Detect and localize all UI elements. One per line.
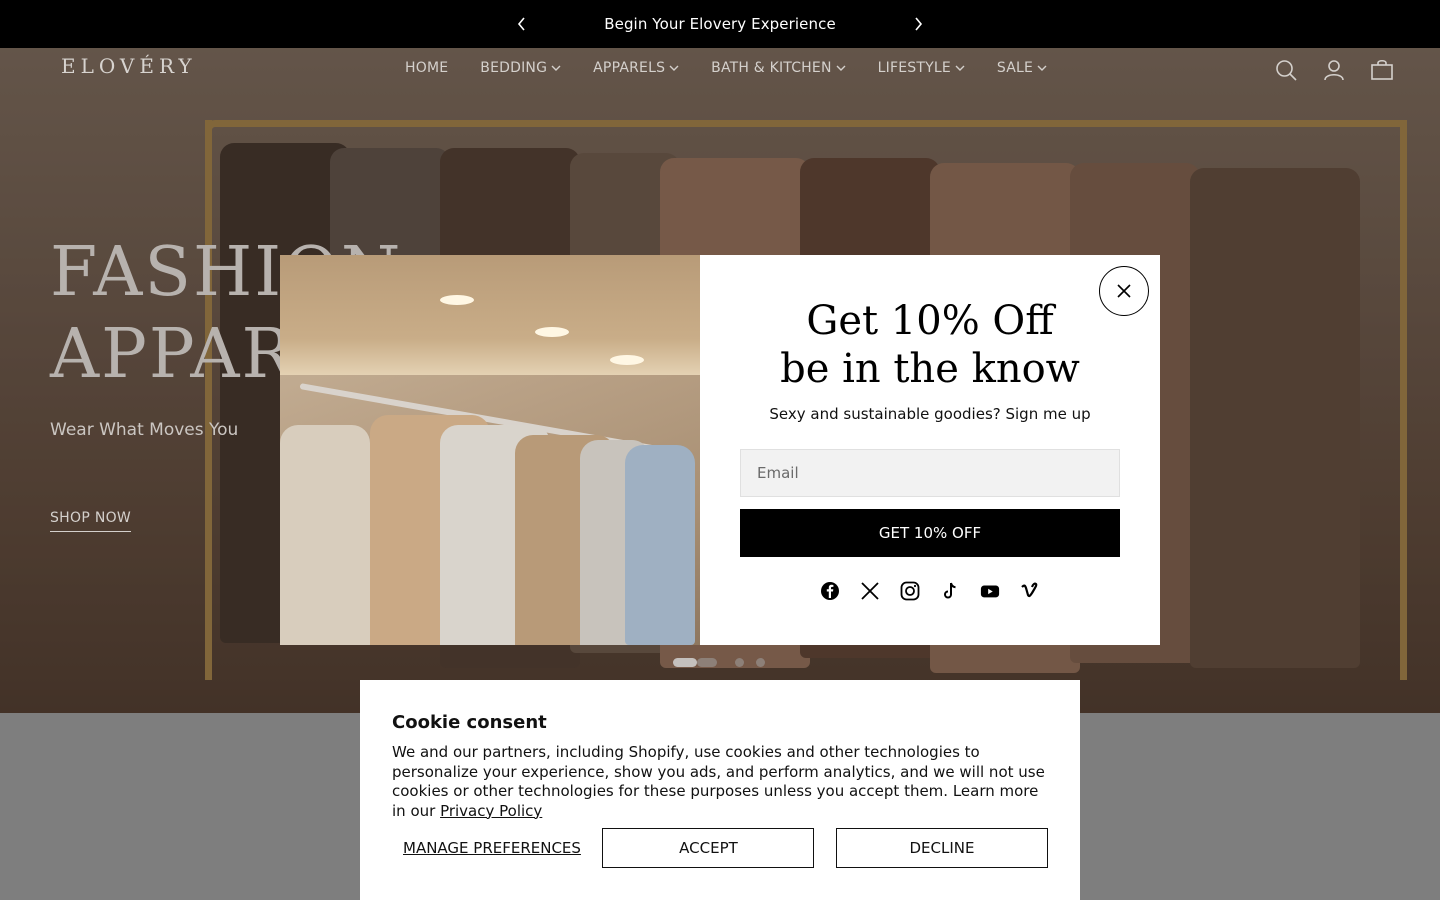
nav-item-lifestyle[interactable]: LIFESTYLE [878,60,965,76]
nav-item-bedding[interactable]: BEDDING [480,60,561,76]
popup-title: Get 10% Off be in the know [780,297,1080,393]
cookie-consent-banner: Cookie consent We and our partners, incl… [360,680,1080,900]
header-icons [1274,58,1394,82]
hero-subtitle: Wear What Moves You [50,420,239,440]
nav-label: APPARELS [593,60,666,76]
popup-image [280,255,700,645]
cart-icon[interactable] [1370,58,1394,82]
hanging-coat [280,425,370,645]
chevron-down-icon [955,65,965,71]
facebook-icon[interactable] [820,581,840,601]
cookie-actions: MANAGE PREFERENCES ACCEPT DECLINE [392,828,1048,868]
slide-dot[interactable] [756,658,765,667]
chevron-down-icon [669,65,679,71]
nav-label: HOME [405,60,449,76]
chevron-right-icon[interactable] [908,14,928,34]
decline-button[interactable]: DECLINE [836,828,1048,868]
site-header: ELOVÉRY HOME BEDDING APPARELS BATH & KIT… [0,48,1440,93]
social-links [820,581,1040,601]
chevron-down-icon [1037,65,1047,71]
nav-label: LIFESTYLE [877,60,951,76]
popup-title-line1: Get 10% Off [806,298,1054,344]
nav-label: SALE [996,60,1034,76]
chevron-left-icon[interactable] [512,14,532,34]
slide-dot-active[interactable] [673,658,697,667]
ceiling-light [535,327,569,337]
close-button[interactable] [1099,266,1149,316]
announcement-message[interactable]: Begin Your Elovery Experience [604,15,836,33]
newsletter-popup: Get 10% Off be in the know Sexy and sust… [280,255,1160,645]
nav-item-sale[interactable]: SALE [997,60,1047,76]
vimeo-icon[interactable] [1020,581,1040,601]
youtube-icon[interactable] [980,581,1000,601]
chevron-down-icon [836,65,846,71]
privacy-policy-link[interactable]: Privacy Policy [440,802,542,820]
nav-item-apparels[interactable]: APPARELS [593,60,679,76]
ceiling-light [610,355,644,365]
nav-label: BEDDING [480,60,548,76]
nav-item-bath-kitchen[interactable]: BATH & KITCHEN [711,60,846,76]
nav-label: BATH & KITCHEN [711,60,832,76]
shop-now-link[interactable]: SHOP NOW [50,510,132,532]
cookie-title: Cookie consent [392,712,547,733]
get-discount-button[interactable]: GET 10% OFF [740,509,1120,557]
hanging-coat [625,445,695,645]
accept-button[interactable]: ACCEPT [602,828,815,868]
popup-content: Get 10% Off be in the know Sexy and sust… [700,255,1160,645]
slide-dot[interactable] [735,658,744,667]
brand-logo[interactable]: ELOVÉRY [61,54,197,78]
main-nav: HOME BEDDING APPARELS BATH & KITCHEN LIF… [405,60,1047,76]
slide-pagination [673,658,765,667]
instagram-icon[interactable] [900,581,920,601]
close-icon [1117,284,1131,298]
announcement-bar: Begin Your Elovery Experience [0,0,1440,48]
chevron-down-icon [551,65,561,71]
ceiling-light [440,295,474,305]
email-field[interactable] [740,449,1120,497]
search-icon[interactable] [1274,58,1298,82]
popup-subtitle: Sexy and sustainable goodies? Sign me up [769,405,1091,423]
account-icon[interactable] [1322,58,1346,82]
slide-dot[interactable] [697,658,717,667]
manage-preferences-button[interactable]: MANAGE PREFERENCES [392,839,581,857]
popup-title-line2: be in the know [780,346,1080,392]
nav-item-home[interactable]: HOME [405,60,448,76]
tiktok-icon[interactable] [940,581,960,601]
cookie-body: We and our partners, including Shopify, … [392,743,1048,821]
x-icon[interactable] [860,581,880,601]
